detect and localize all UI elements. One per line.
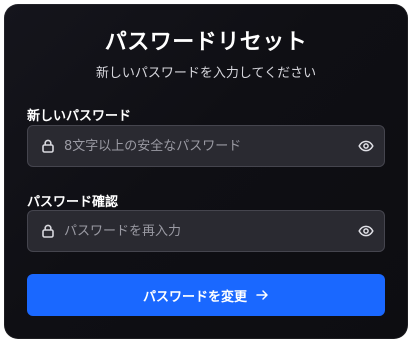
change-password-label: パスワードを変更 [142, 289, 247, 305]
confirm-password-label: パスワード確認 [27, 195, 119, 210]
page-subtitle: 新しいパスワードを入力してください [95, 66, 317, 81]
password-reset-card: パスワードリセット 新しいパスワードを入力してください 新しいパスワード パスワ… [4, 4, 408, 339]
confirm-password-field [27, 210, 385, 252]
new-password-input[interactable] [64, 126, 350, 166]
new-password-field [27, 125, 385, 167]
lock-icon [42, 139, 54, 153]
page-title: パスワードリセット [104, 30, 308, 55]
new-password-label: 新しいパスワード [27, 109, 132, 124]
arrow-right-icon [256, 290, 268, 300]
confirm-password-input[interactable] [64, 211, 350, 251]
eye-icon[interactable] [358, 138, 374, 154]
eye-icon[interactable] [358, 223, 374, 239]
change-password-button[interactable]: パスワードを変更 [27, 274, 385, 316]
lock-icon [42, 224, 54, 238]
